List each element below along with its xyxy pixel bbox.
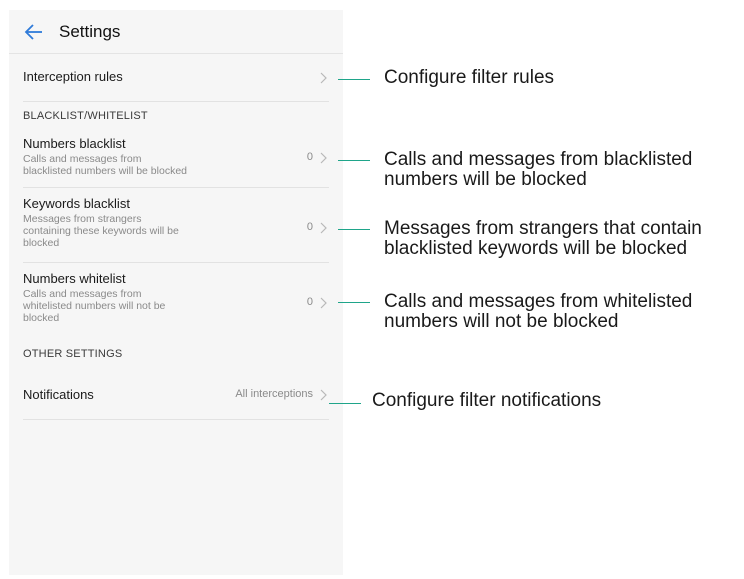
description-line: Calls and messages from — [23, 288, 142, 300]
callout-leader-line — [338, 160, 370, 161]
chevron-right-icon — [320, 297, 327, 309]
section-header-blacklist: BLACKLIST/WHITELIST — [23, 110, 148, 122]
numbers-blacklist-label: Numbers blacklist — [23, 136, 126, 151]
divider — [23, 419, 329, 420]
interception-rules-row[interactable]: Interception rules — [9, 54, 343, 101]
numbers-whitelist-count: 0 — [306, 296, 313, 308]
chevron-right-icon — [320, 389, 327, 401]
numbers-blacklist-row[interactable]: Numbers blacklist Calls and messages fro… — [9, 128, 343, 187]
page-title: Settings — [59, 22, 121, 41]
callout-leader-line — [329, 403, 361, 404]
divider — [23, 101, 329, 102]
interception-rules-label: Interception rules — [23, 69, 123, 84]
chevron-right-icon — [320, 72, 327, 84]
description-line: blocked — [23, 237, 60, 249]
callout-numbers-whitelist: Calls and messages from whitelisted numb… — [384, 292, 692, 332]
callout-leader-line — [338, 79, 370, 80]
callout-keywords-blacklist: Messages from strangers that contain bla… — [384, 219, 702, 259]
notifications-row[interactable]: Notifications All interceptions — [9, 372, 343, 419]
chevron-right-icon — [320, 222, 327, 234]
numbers-whitelist-row[interactable]: Numbers whitelist Calls and messages fro… — [9, 263, 343, 337]
callout-text: blacklisted keywords will be blocked — [384, 238, 688, 259]
numbers-whitelist-label: Numbers whitelist — [23, 271, 126, 286]
description-line: blocked — [23, 312, 60, 324]
callout-numbers-blacklist: Calls and messages from blacklisted numb… — [384, 150, 692, 190]
numbers-blacklist-count: 0 — [306, 151, 313, 163]
keywords-blacklist-count: 0 — [306, 221, 313, 233]
callout-leader-line — [338, 302, 370, 303]
callout-text: Messages from strangers that contain — [384, 218, 702, 239]
callout-text: Calls and messages from whitelisted — [384, 291, 693, 312]
callout-text: Configure filter notifications — [372, 390, 602, 411]
description-line: blacklisted numbers will be blocked — [23, 165, 187, 177]
callout-text: numbers will not be blocked — [384, 311, 619, 332]
phone-screen: Settings Interception rules BLACKLIST/WH… — [9, 10, 343, 575]
callout-text: Calls and messages from blacklisted — [384, 149, 693, 170]
callout-text: Configure filter rules — [384, 67, 555, 88]
description-line: whitelisted numbers will not be — [23, 300, 166, 312]
numbers-whitelist-description: Calls and messages from whitelisted numb… — [23, 288, 233, 324]
callout-filter-rules: Configure filter rules — [384, 68, 554, 88]
arrow-left-icon[interactable] — [24, 22, 44, 42]
notifications-value: All interceptions — [235, 388, 313, 400]
top-bar: Settings — [9, 10, 343, 54]
keywords-blacklist-description: Messages from strangers containing these… — [23, 213, 233, 249]
chevron-right-icon — [320, 152, 327, 164]
section-header-other: OTHER SETTINGS — [23, 348, 123, 360]
numbers-blacklist-description: Calls and messages from blacklisted numb… — [23, 153, 233, 177]
keywords-blacklist-label: Keywords blacklist — [23, 196, 130, 211]
callout-text: numbers will be blocked — [384, 169, 587, 190]
notifications-label: Notifications — [23, 387, 94, 402]
callout-notifications: Configure filter notifications — [372, 391, 601, 411]
callout-leader-line — [338, 229, 370, 230]
description-line: Calls and messages from — [23, 153, 142, 165]
keywords-blacklist-row[interactable]: Keywords blacklist Messages from strange… — [9, 188, 343, 262]
description-line: Messages from strangers — [23, 213, 142, 225]
description-line: containing these keywords will be — [23, 225, 179, 237]
